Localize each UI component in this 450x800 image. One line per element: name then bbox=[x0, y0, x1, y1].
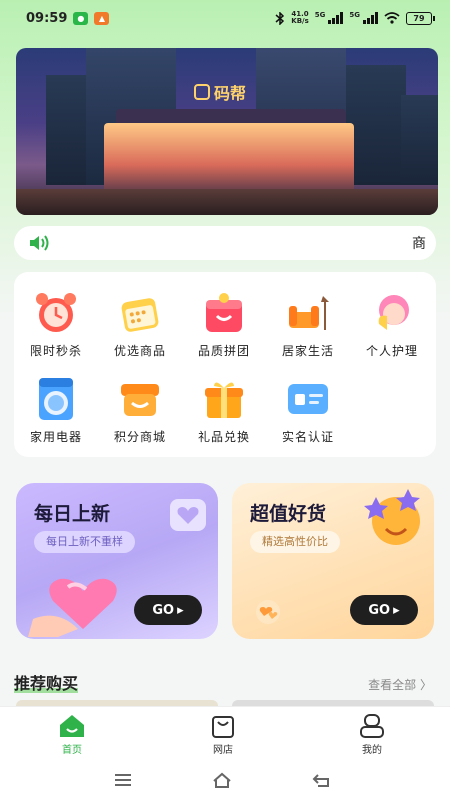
notice-bar[interactable]: 商 bbox=[14, 226, 436, 260]
category-verification[interactable]: 实名认证 bbox=[272, 376, 344, 445]
signal-label-2: 5G bbox=[349, 11, 360, 19]
alarm-clock-icon bbox=[33, 290, 79, 336]
network-speed: 41.0 KB/s bbox=[291, 10, 309, 25]
category-label: 礼品兑换 bbox=[197, 430, 250, 444]
promo-subtitle: 每日上新不重样 bbox=[34, 531, 135, 553]
category-home-living[interactable]: 居家生活 bbox=[272, 290, 344, 359]
street bbox=[16, 189, 438, 215]
gift-icon bbox=[201, 376, 247, 422]
promo-go-button[interactable]: GO ▸ bbox=[134, 595, 202, 625]
system-nav-bar bbox=[0, 760, 450, 800]
category-label: 优选商品 bbox=[113, 344, 166, 358]
shopping-bag-icon bbox=[201, 290, 247, 336]
profile-icon bbox=[358, 713, 386, 739]
home-nav-icon[interactable] bbox=[212, 772, 232, 788]
promo-great-value[interactable]: 超值好货 精选高性价比 GO ▸ bbox=[232, 483, 434, 639]
tab-mine[interactable]: 我的 bbox=[342, 713, 402, 756]
tab-shop[interactable]: 网店 bbox=[193, 713, 253, 756]
sofa-lamp-icon bbox=[285, 290, 331, 336]
category-label: 积分商城 bbox=[113, 430, 166, 444]
signal-label-1: 5G bbox=[314, 11, 326, 19]
status-bar: 09:59 ● ▲ 41.0 KB/s 5G 5G 79 bbox=[0, 0, 450, 36]
battery-icon: 79 bbox=[406, 11, 435, 25]
shopping-bag-icon bbox=[209, 713, 237, 739]
mall-brand: 码帮 bbox=[194, 80, 246, 104]
building bbox=[346, 65, 406, 185]
category-gift-exchange[interactable]: 礼品兑换 bbox=[188, 376, 260, 445]
heart-hand-icon bbox=[28, 578, 117, 637]
promo-title: 超值好货 bbox=[250, 503, 327, 525]
star-eyes-emoji-icon bbox=[364, 489, 420, 545]
category-label: 实名认证 bbox=[281, 430, 334, 444]
promo-go-button[interactable]: GO ▸ bbox=[350, 595, 418, 625]
menu-icon[interactable] bbox=[113, 772, 133, 788]
promo-daily-new[interactable]: 每日上新 每日上新不重样 GO ▸ bbox=[16, 483, 218, 639]
promo-title: 每日上新 bbox=[34, 503, 111, 525]
tab-home[interactable]: 首页 bbox=[42, 713, 102, 756]
speaker-icon bbox=[30, 235, 49, 251]
basket-icon bbox=[117, 376, 163, 422]
play-arrow-icon: ▸ bbox=[393, 602, 400, 618]
tab-label: 网店 bbox=[213, 745, 233, 756]
back-icon[interactable] bbox=[312, 772, 332, 788]
category-points-mall[interactable]: 积分商城 bbox=[104, 376, 176, 445]
category-label: 个人护理 bbox=[365, 344, 418, 358]
hero-banner[interactable]: 码帮 bbox=[16, 48, 438, 215]
calendar-icon bbox=[117, 290, 163, 336]
building bbox=[401, 95, 438, 185]
home-icon bbox=[58, 713, 86, 739]
category-selected-goods[interactable]: 优选商品 bbox=[104, 290, 176, 359]
promo-subtitle: 精选高性价比 bbox=[250, 531, 340, 553]
person-care-icon bbox=[369, 290, 415, 336]
view-all-link[interactable]: 查看全部 〉 bbox=[368, 676, 432, 693]
category-label: 居家生活 bbox=[281, 344, 334, 358]
category-label: 品质拼团 bbox=[197, 344, 250, 358]
category-grid: 限时秒杀 优选商品 品质拼团 居家生活 个人护理 家用电器 积分商城 礼品兑换 … bbox=[14, 272, 436, 457]
play-arrow-icon: ▸ bbox=[177, 602, 184, 618]
category-personal-care[interactable]: 个人护理 bbox=[356, 290, 428, 359]
category-appliances[interactable]: 家用电器 bbox=[20, 376, 92, 445]
signal-icon bbox=[363, 12, 378, 24]
mall-building bbox=[104, 123, 354, 193]
category-label: 限时秒杀 bbox=[29, 344, 82, 358]
brand-logo-icon bbox=[194, 84, 210, 100]
app-notification-icon: ▲ bbox=[94, 11, 110, 25]
bottom-tab-bar: 首页 网店 我的 bbox=[0, 706, 450, 760]
bluetooth-icon bbox=[275, 11, 285, 25]
category-group-buy[interactable]: 品质拼团 bbox=[188, 290, 260, 359]
category-label: 家用电器 bbox=[29, 430, 82, 444]
washing-machine-icon bbox=[33, 376, 79, 422]
signal-icon bbox=[328, 12, 344, 24]
id-card-icon bbox=[285, 376, 331, 422]
recommend-title: 推荐购买 bbox=[14, 670, 79, 694]
wechat-icon: ● bbox=[73, 11, 89, 25]
wifi-icon bbox=[384, 12, 400, 24]
heart-monitor-icon bbox=[170, 499, 206, 531]
category-flash-sale[interactable]: 限时秒杀 bbox=[20, 290, 92, 359]
tab-label: 我的 bbox=[362, 745, 382, 756]
notice-text: 商 bbox=[412, 236, 426, 252]
status-time: 09:59 bbox=[26, 10, 68, 26]
coin-hearts-icon bbox=[256, 600, 280, 624]
tab-label: 首页 bbox=[62, 745, 82, 756]
